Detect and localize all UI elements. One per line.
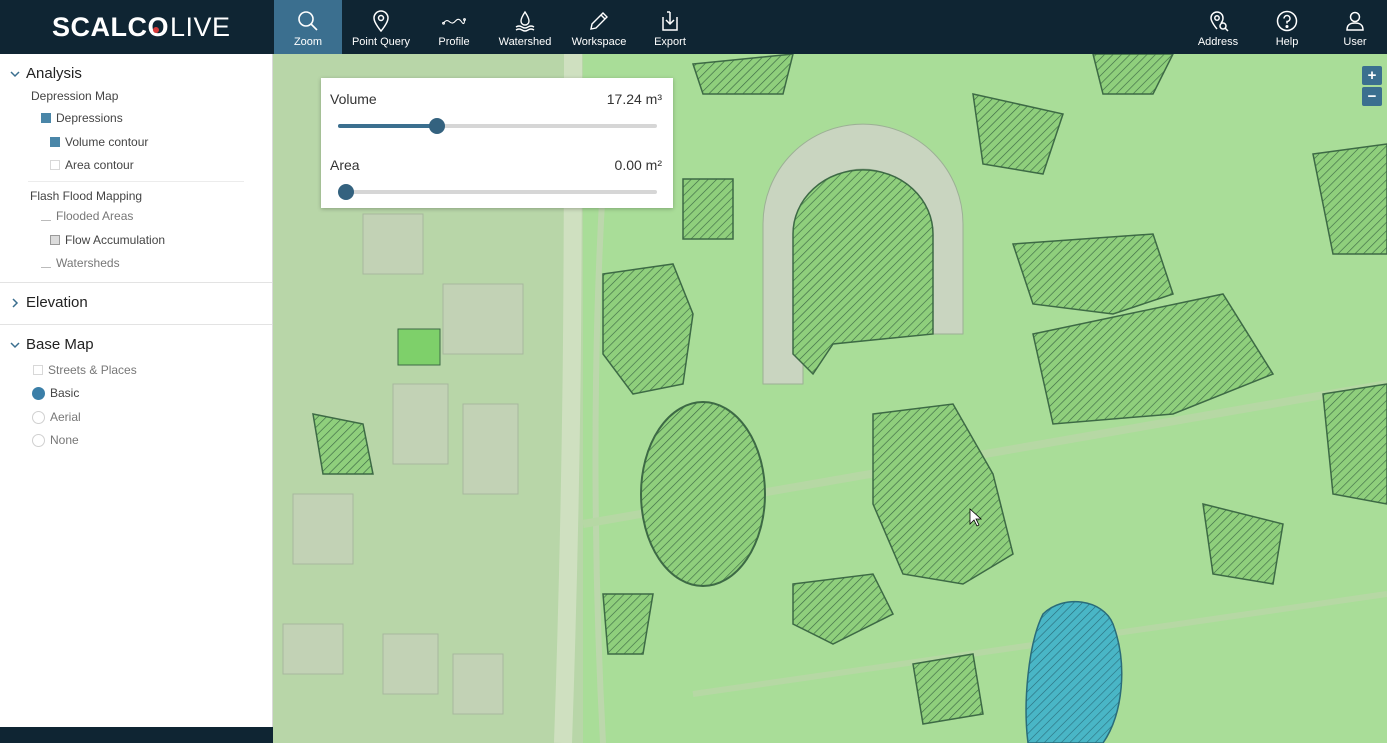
area-label: Area <box>330 157 360 173</box>
volume-contour-checkbox[interactable] <box>50 137 60 147</box>
top-bar: SCALC O LIVE Zoom Point Query Profile Wate… <box>0 0 1387 54</box>
depressions-checkbox[interactable] <box>41 113 51 123</box>
volume-row: Volume 17.24 m³ <box>330 91 662 107</box>
section-elevation-header[interactable]: Elevation <box>10 294 88 311</box>
layer-volume-contour[interactable]: Volume contour <box>50 135 148 149</box>
pencil-icon <box>590 12 608 30</box>
volume-slider[interactable] <box>338 118 657 134</box>
streets-places-checkbox[interactable] <box>33 365 43 375</box>
tool-help[interactable]: Help <box>1268 0 1306 54</box>
tool-user-label: User <box>1343 36 1367 48</box>
zoom-out-button[interactable]: − <box>1362 87 1382 106</box>
address-pin-icon <box>1210 11 1229 32</box>
watershed-icon <box>515 10 535 32</box>
tool-zoom[interactable]: Zoom <box>274 0 342 54</box>
layer-depressions[interactable]: Depressions <box>41 111 123 125</box>
basic-radio[interactable] <box>32 386 45 400</box>
tool-help-label: Help <box>1275 36 1299 48</box>
layer-watersheds-label: Watersheds <box>56 256 120 270</box>
layer-watersheds[interactable]: Watersheds <box>41 256 120 270</box>
volume-value: 17.24 m³ <box>606 91 662 107</box>
logo-dot <box>152 26 159 33</box>
tool-address-label: Address <box>1197 36 1239 48</box>
flooded-areas-checkbox[interactable] <box>41 215 51 221</box>
tool-workspace[interactable]: Workspace <box>567 0 631 54</box>
logo-text-scalc: SCALC <box>52 11 148 42</box>
tool-profile-label: Profile <box>438 36 470 48</box>
none-radio[interactable] <box>32 433 45 447</box>
sidebar-footer-bar <box>0 727 273 743</box>
filter-panel: Volume 17.24 m³ Area 0.00 m² <box>321 78 673 208</box>
layer-volume-contour-label: Volume contour <box>65 135 149 149</box>
section-basemap-header[interactable]: Base Map <box>10 336 94 353</box>
chevron-down-icon <box>10 70 20 77</box>
basemap-option-none[interactable]: None <box>32 433 79 447</box>
layer-flooded-areas[interactable]: Flooded Areas <box>41 209 133 223</box>
aerial-radio[interactable] <box>32 410 45 424</box>
layer-area-contour[interactable]: Area contour <box>50 158 134 172</box>
depression-map-label: Depression Map <box>31 89 119 103</box>
tool-profile[interactable]: Profile <box>425 0 483 54</box>
sidebar: Analysis Depression Map Depressions Volu… <box>0 54 273 727</box>
layer-depressions-label: Depressions <box>56 111 123 125</box>
watersheds-checkbox[interactable] <box>41 262 51 268</box>
area-row: Area 0.00 m² <box>330 157 662 173</box>
volume-slider-fill <box>338 124 437 128</box>
layer-area-contour-label: Area contour <box>65 158 134 172</box>
section-divider <box>0 282 272 283</box>
area-value: 0.00 m² <box>614 157 662 173</box>
flow-accumulation-checkbox[interactable] <box>50 235 60 245</box>
section-analysis-title: Analysis <box>26 65 82 82</box>
layer-flow-accumulation-label: Flow Accumulation <box>65 233 166 247</box>
logo-text-live: LIVE <box>170 11 231 42</box>
layer-flow-accumulation[interactable]: Flow Accumulation <box>50 233 165 247</box>
basemap-none-label: None <box>50 433 79 447</box>
map-pin-icon <box>373 10 389 33</box>
tool-user[interactable]: User <box>1337 0 1373 54</box>
layer-flooded-areas-label: Flooded Areas <box>56 209 134 223</box>
zoom-control: + − <box>1362 66 1382 108</box>
profile-line-icon <box>442 18 466 25</box>
section-divider <box>0 324 272 325</box>
export-icon <box>662 11 678 31</box>
tool-zoom-label: Zoom <box>293 36 323 48</box>
chevron-down-icon <box>10 341 20 348</box>
tool-export[interactable]: Export <box>646 0 694 54</box>
layer-streets-places-label: Streets & Places <box>48 363 137 377</box>
analysis-subdivider <box>28 181 244 182</box>
user-icon <box>1346 11 1364 31</box>
tool-point-query-label: Point Query <box>351 36 411 48</box>
basemap-aerial-label: Aerial <box>50 410 81 424</box>
tool-workspace-label: Workspace <box>571 36 627 48</box>
volume-label: Volume <box>330 91 377 107</box>
layer-streets-places[interactable]: Streets & Places <box>33 363 137 377</box>
section-analysis-header[interactable]: Analysis <box>10 65 82 82</box>
tool-watershed[interactable]: Watershed <box>494 0 556 54</box>
volume-slider-handle[interactable] <box>428 118 445 134</box>
tool-watershed-label: Watershed <box>498 36 552 48</box>
app-logo[interactable]: SCALC O LIVE <box>52 12 231 42</box>
area-contour-checkbox[interactable] <box>50 160 60 170</box>
zoom-in-button[interactable]: + <box>1362 66 1382 85</box>
tool-export-label: Export <box>654 36 686 48</box>
area-slider-handle[interactable] <box>338 184 354 200</box>
search-icon <box>298 11 318 31</box>
flash-flood-label: Flash Flood Mapping <box>30 189 143 203</box>
basemap-basic-label: Basic <box>50 386 80 400</box>
basemap-option-aerial[interactable]: Aerial <box>32 410 81 424</box>
basemap-option-basic[interactable]: Basic <box>32 386 79 400</box>
logo-text-o: O <box>147 11 170 42</box>
area-slider[interactable] <box>338 184 657 200</box>
chevron-right-icon <box>12 297 19 308</box>
section-elevation-title: Elevation <box>26 294 88 311</box>
tool-point-query[interactable]: Point Query <box>348 0 414 54</box>
section-basemap-title: Base Map <box>26 336 94 353</box>
tool-address[interactable]: Address <box>1193 0 1243 54</box>
help-icon <box>1276 10 1298 32</box>
